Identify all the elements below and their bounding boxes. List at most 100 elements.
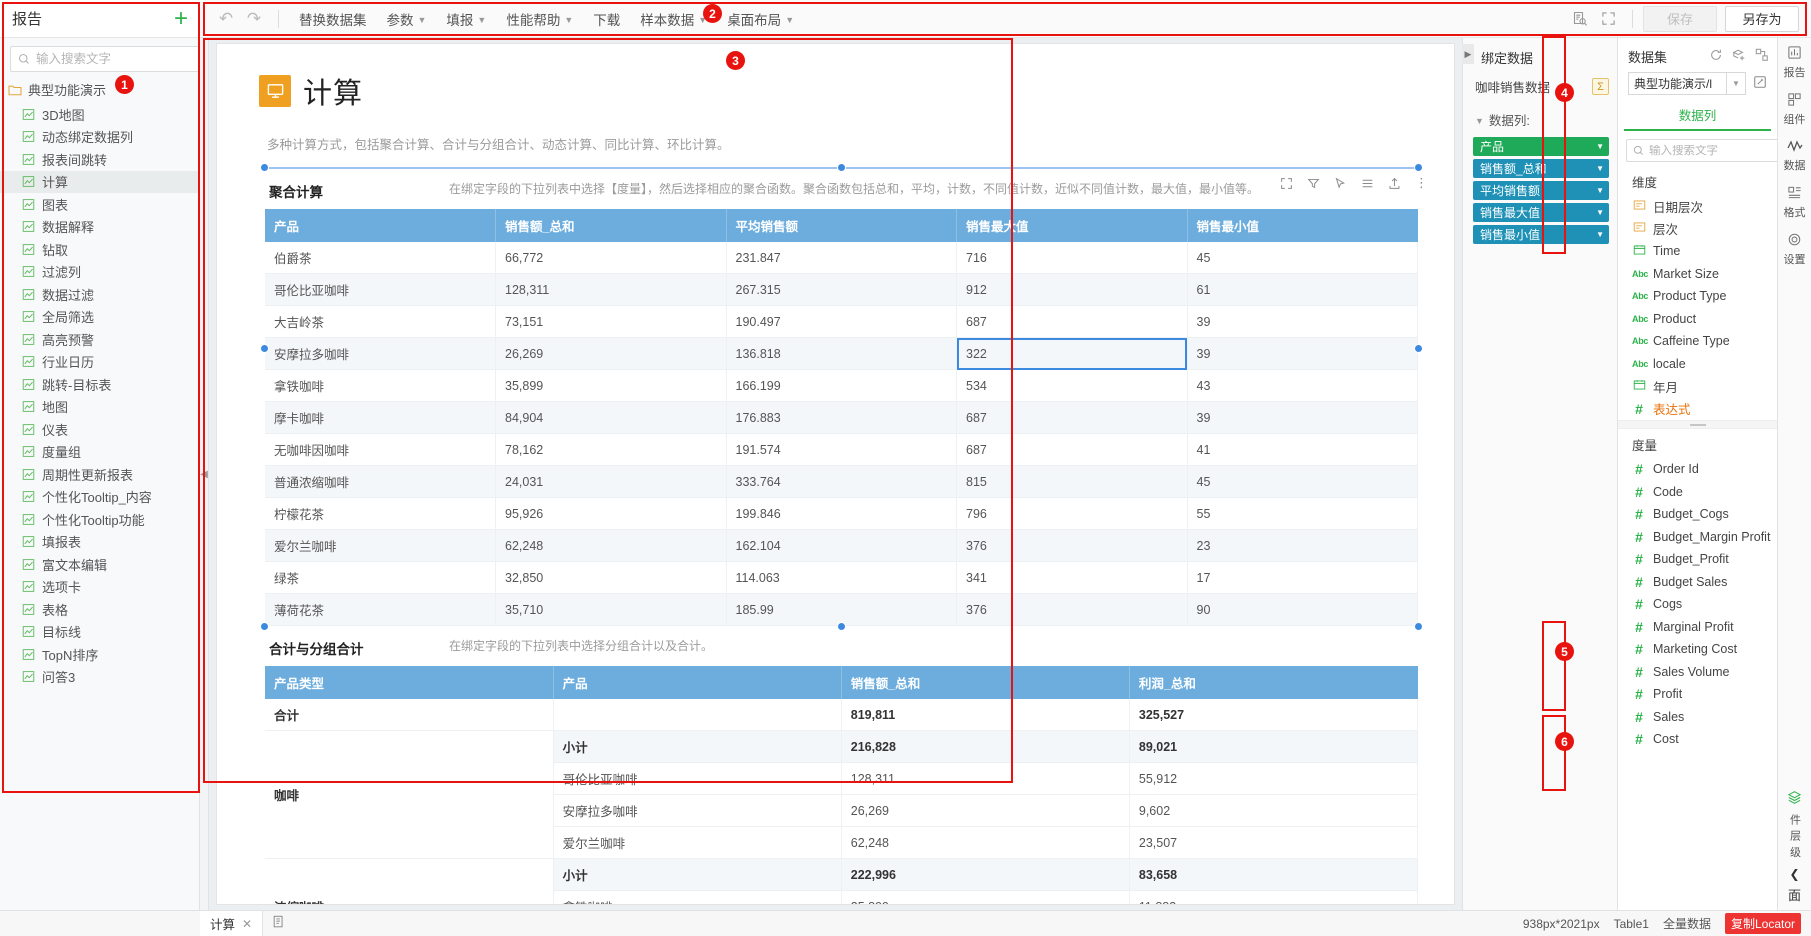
measure-field-6[interactable]: # Cogs (1618, 593, 1777, 616)
chevron-down-icon[interactable]: ▼ (1596, 186, 1604, 195)
dimension-field-1[interactable]: 层次 (1618, 218, 1777, 241)
table-row[interactable]: 摩卡咖啡 84,904 176.883 687 39 (265, 401, 1418, 434)
sidebar-item-7[interactable]: 过滤列 (0, 261, 199, 284)
column-header-3[interactable]: 利润_总和 (1129, 666, 1418, 699)
layers-icon[interactable] (1787, 790, 1802, 808)
table-row[interactable]: 普通浓缩咖啡 24,031 333.764 815 45 (265, 465, 1418, 498)
table-cell[interactable]: 无咖啡因咖啡 (265, 433, 496, 466)
table-cell[interactable]: 哥伦比亚咖啡 (265, 273, 496, 306)
dimension-field-7[interactable]: Abc locale (1618, 353, 1777, 376)
table-cell[interactable]: 绿茶 (265, 561, 496, 594)
table-cell[interactable]: 61 (1187, 273, 1418, 306)
table-row[interactable]: 咖啡 小计 216,828 89,021 (265, 730, 1419, 859)
sidebar-item-14[interactable]: 仪表 (0, 418, 199, 441)
add-tab-icon[interactable] (263, 915, 295, 932)
table-cell[interactable]: 128,311 (841, 762, 1130, 795)
column-header-2[interactable]: 平均销售额 (726, 209, 957, 242)
refresh-icon[interactable] (1709, 48, 1723, 65)
table-cell[interactable]: 162.104 (726, 529, 957, 562)
table-cell[interactable]: 26,269 (495, 337, 727, 370)
rail-item-settings[interactable]: 设置 (1778, 225, 1811, 272)
chevron-down-icon[interactable]: ▼ (1596, 164, 1604, 173)
redo-icon[interactable]: ↷ (240, 6, 268, 32)
document-tab[interactable]: 计算 ✕ (200, 910, 264, 936)
binding-chip-2[interactable]: 平均销售额 ▼ (1473, 181, 1609, 200)
measure-field-8[interactable]: # Marketing Cost (1618, 638, 1777, 661)
aggregate-table[interactable]: 产品 销售额_总和 平均销售额 销售最大值 销售最小值 伯爵茶 66,772 231.847… (265, 209, 1418, 626)
table-cell[interactable]: 687 (956, 401, 1188, 434)
sidebar-item-4[interactable]: 图表 (0, 193, 199, 216)
search-input[interactable] (36, 52, 197, 66)
column-header-0[interactable]: 产品 (265, 209, 496, 242)
table-cell[interactable]: 55,912 (1129, 762, 1419, 795)
close-icon[interactable]: ✕ (242, 917, 252, 931)
table-row[interactable]: 安摩拉多咖啡 26,269 136.818 322 39 (265, 337, 1418, 370)
table-row[interactable]: 拿铁咖啡 35,899 166.199 534 43 (265, 369, 1418, 402)
resize-handle-ml[interactable] (260, 344, 269, 353)
resize-handle-tr[interactable] (1414, 163, 1423, 172)
table-cell[interactable]: 687 (956, 433, 1188, 466)
table-cell[interactable]: 190.497 (726, 305, 957, 338)
dimension-field-4[interactable]: Abc Product Type (1618, 285, 1777, 308)
sidebar-item-6[interactable]: 钻取 (0, 238, 199, 261)
sidebar-item-15[interactable]: 度量组 (0, 441, 199, 464)
measure-field-5[interactable]: # Budget Sales (1618, 571, 1777, 594)
table-cell[interactable]: 83,658 (1129, 858, 1419, 891)
table-cell[interactable]: 90 (1187, 593, 1418, 626)
table-cell[interactable]: 爱尔兰咖啡 (553, 826, 842, 859)
resize-handle-mr[interactable] (1414, 344, 1423, 353)
resize-handle-bl[interactable] (260, 622, 269, 631)
binding-collapse-icon[interactable]: ▶ (1462, 44, 1474, 64)
sidebar-item-1[interactable]: 动态绑定数据列 (0, 126, 199, 149)
column-header-3[interactable]: 销售最大值 (956, 209, 1188, 242)
table-row[interactable]: 薄荷花茶 35,710 185.99 376 90 (265, 593, 1418, 626)
table-cell[interactable]: 35,899 (495, 369, 727, 402)
table-cell[interactable]: 216,828 (841, 730, 1130, 763)
table-cell[interactable]: 39 (1187, 401, 1418, 434)
sidebar-item-20[interactable]: 富文本编辑 (0, 553, 199, 576)
table-cell[interactable]: 9,602 (1129, 794, 1419, 827)
sidebar-item-25[interactable]: 问答3 (0, 666, 199, 689)
fullscreen-icon[interactable] (1594, 6, 1622, 32)
table-cell[interactable]: 安摩拉多咖啡 (265, 337, 496, 370)
column-header-1[interactable]: 产品 (553, 666, 842, 699)
measure-field-2[interactable]: # Budget_Cogs (1618, 503, 1777, 526)
rail-item-report[interactable]: 报告 (1778, 38, 1811, 85)
table-cell[interactable]: 伯爵茶 (265, 242, 496, 274)
toolbar-item-sample-data[interactable]: 样本数据 ▼ (630, 6, 717, 32)
column-header-1[interactable]: 销售额_总和 (495, 209, 727, 242)
table-cell[interactable]: 199.846 (726, 497, 957, 530)
table-row[interactable]: 浓缩咖啡小计222,99683,658 (265, 858, 1419, 904)
measure-field-7[interactable]: # Marginal Profit (1618, 616, 1777, 639)
selected-widget-frame[interactable]: 聚合计算 在绑定字段的下拉列表中选择【度量】，然后选择相应的聚合函数。聚合函数包… (260, 163, 1423, 631)
table-row[interactable]: 无咖啡因咖啡 78,162 191.574 687 41 (265, 433, 1418, 466)
table-cell[interactable]: 176.883 (726, 401, 957, 434)
table-cell[interactable]: 24,031 (495, 465, 727, 498)
dataset-select[interactable]: 典型功能演示/l ▼ (1628, 72, 1746, 95)
save-as-button[interactable]: 另存为 (1725, 5, 1799, 32)
sidebar-item-11[interactable]: 行业日历 (0, 351, 199, 374)
table-row[interactable]: 绿茶 32,850 114.063 341 17 (265, 561, 1418, 594)
measure-field-4[interactable]: # Budget_Profit (1618, 548, 1777, 571)
table-row[interactable]: 合计 819,811 325,527 (265, 699, 1419, 731)
dimension-field-5[interactable]: Abc Product (1618, 308, 1777, 331)
sidebar-item-5[interactable]: 数据解释 (0, 216, 199, 239)
sidebar-item-23[interactable]: 目标线 (0, 621, 199, 644)
table-cell[interactable] (553, 699, 842, 731)
relation-icon[interactable] (1755, 48, 1769, 65)
table-cell[interactable]: 191.574 (726, 433, 957, 466)
table-cell[interactable]: 687 (956, 305, 1188, 338)
table-cell[interactable]: 17 (1187, 561, 1418, 594)
sidebar-item-3[interactable]: 计算 (0, 170, 199, 193)
binding-chip-3[interactable]: 销售最大值 ▼ (1473, 203, 1609, 222)
table-cell[interactable]: 62,248 (841, 826, 1130, 859)
table-cell[interactable]: 819,811 (841, 699, 1130, 731)
document-search-icon[interactable] (1566, 6, 1594, 32)
table-cell[interactable]: 716 (956, 242, 1188, 274)
table-cell[interactable]: 78,162 (495, 433, 727, 466)
copy-locator-button[interactable]: 复制Locator (1724, 913, 1801, 934)
table-cell[interactable]: 325,527 (1129, 699, 1419, 731)
table-cell[interactable]: 815 (956, 465, 1188, 498)
undo-icon[interactable]: ↶ (212, 6, 240, 32)
sidebar-item-8[interactable]: 数据过滤 (0, 283, 199, 306)
